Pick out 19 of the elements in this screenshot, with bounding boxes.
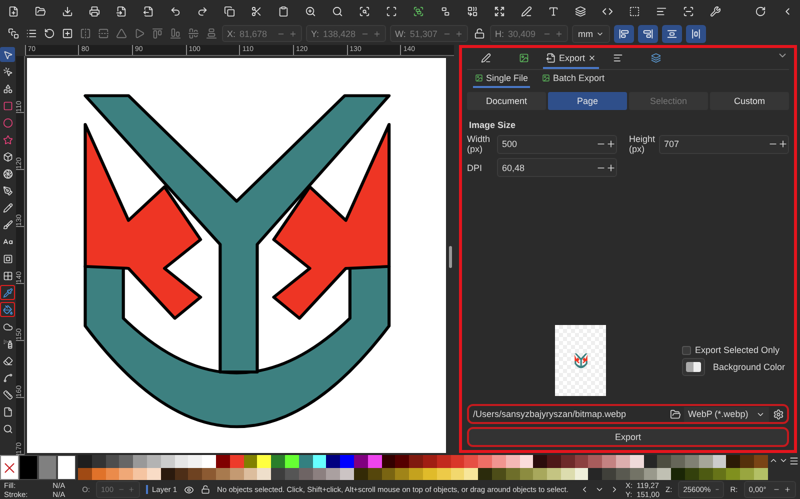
field-label: DPI (467, 162, 484, 172)
size-field[interactable]: 500 (497, 134, 617, 154)
size-field[interactable]: 707 (659, 134, 789, 154)
area-button[interactable]: Page (548, 92, 627, 110)
export-mode-tab[interactable]: Single File (473, 70, 530, 88)
export-mode-tab[interactable]: Batch Export (540, 70, 607, 88)
field-label: Height (px) (629, 134, 655, 154)
section-title: Image Size (469, 120, 517, 130)
background-color-label: Background Color (712, 362, 785, 372)
area-button[interactable]: Custom (710, 92, 789, 110)
unit-dropdown[interactable]: mm (572, 24, 610, 42)
field-label: Width (px) (467, 134, 492, 154)
area-button[interactable]: Document (467, 92, 546, 110)
format-dropdown[interactable]: WebP (*.webp) (684, 406, 769, 422)
size-field[interactable]: 60,48 (497, 158, 617, 177)
export-button[interactable]: Export (467, 427, 789, 447)
filename-field[interactable]: /Users/sansyzbajyryszan/bitmap.webp (473, 406, 666, 422)
export-selected-checkbox[interactable]: Export Selected Only (682, 345, 785, 355)
export-tab[interactable]: Export (543, 48, 599, 69)
